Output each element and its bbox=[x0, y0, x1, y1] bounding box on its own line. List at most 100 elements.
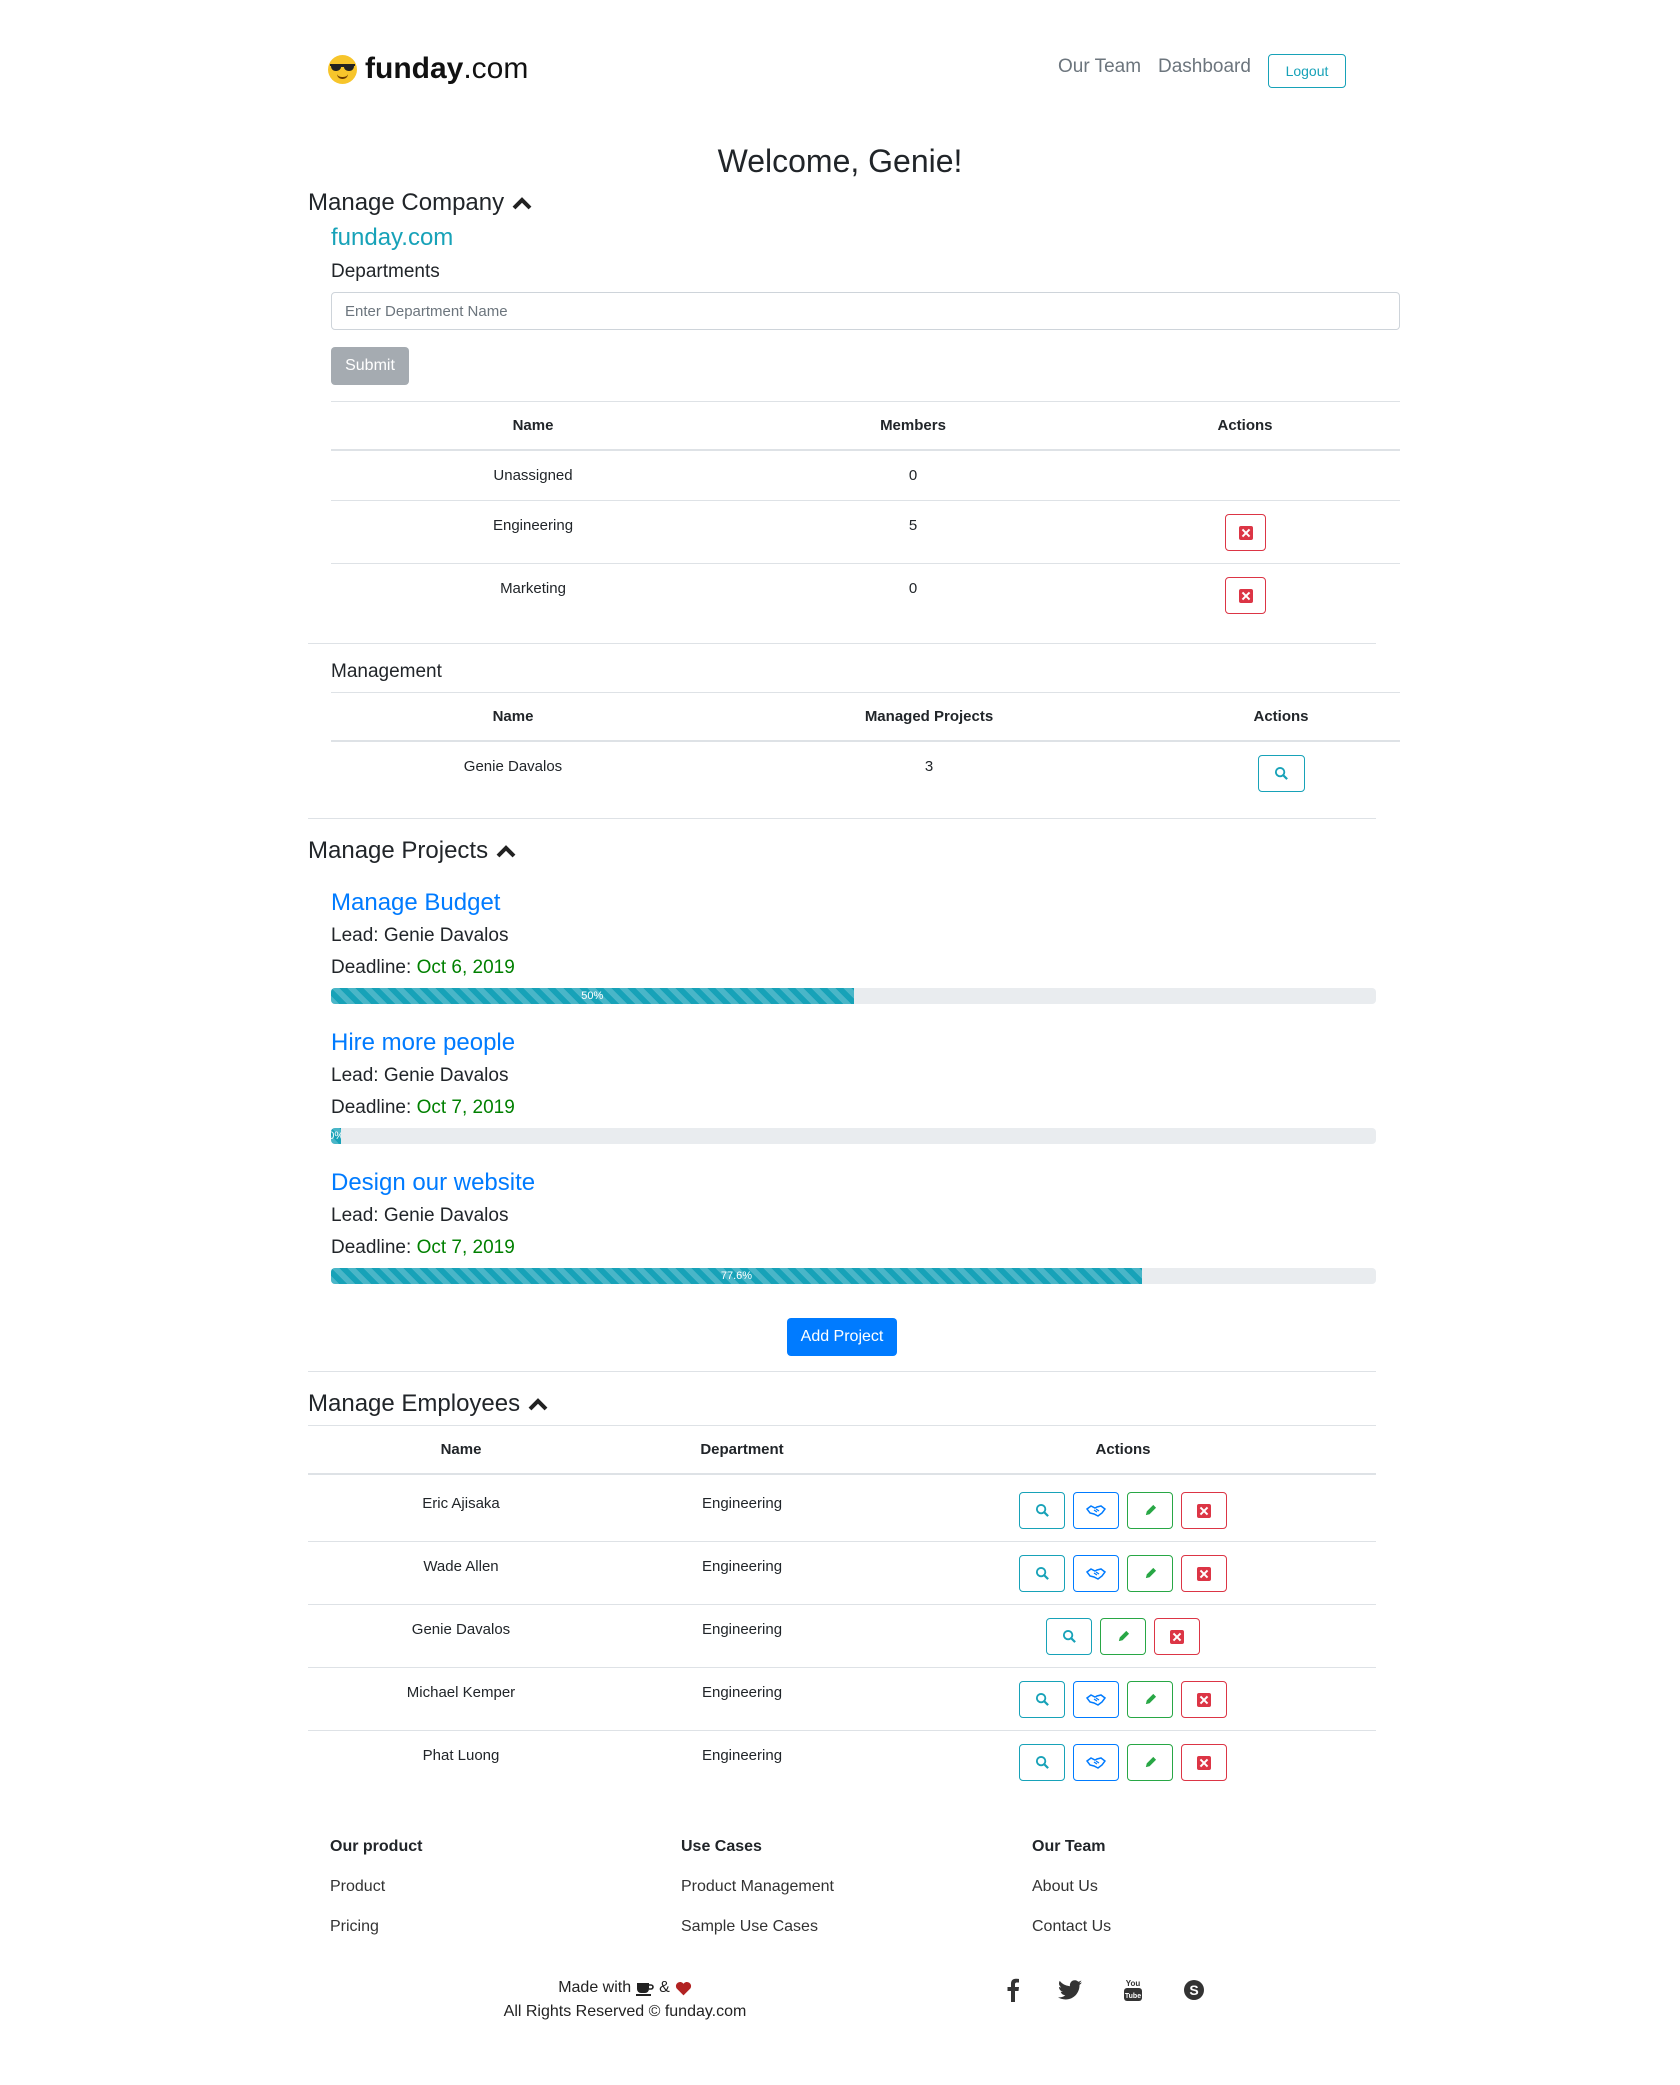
assign-employee-button[interactable] bbox=[1073, 1681, 1119, 1718]
delete-employee-button[interactable] bbox=[1181, 1681, 1227, 1718]
delete-x-icon bbox=[1197, 1692, 1211, 1707]
col-header-actions: Actions bbox=[1095, 1441, 1151, 1458]
table-divider bbox=[308, 1667, 1376, 1668]
progress-bar: 50% bbox=[331, 988, 854, 1004]
footer-link-sample-use-cases[interactable]: Sample Use Cases bbox=[681, 1918, 818, 1936]
dept-name: Marketing bbox=[500, 580, 566, 597]
company-name-link[interactable]: funday.com bbox=[331, 224, 453, 252]
skype-icon[interactable]: S bbox=[1180, 1976, 1208, 2004]
edit-employee-button[interactable] bbox=[1127, 1492, 1173, 1529]
view-manager-button[interactable] bbox=[1258, 755, 1305, 792]
col-header-actions: Actions bbox=[1253, 708, 1309, 725]
employee-department: Engineering bbox=[701, 1558, 783, 1575]
view-employee-button[interactable] bbox=[1019, 1555, 1065, 1592]
lead-name: Genie Davalos bbox=[383, 925, 509, 946]
deadline-prefix: Deadline: bbox=[331, 957, 417, 978]
footer-link-about-us[interactable]: About Us bbox=[1032, 1878, 1098, 1896]
col-header-name: Name bbox=[492, 708, 534, 725]
edit-employee-button[interactable] bbox=[1127, 1681, 1173, 1718]
add-project-button[interactable]: Add Project bbox=[787, 1318, 897, 1356]
pencil-icon bbox=[1145, 1693, 1156, 1705]
table-divider bbox=[331, 692, 1400, 693]
delete-x-icon bbox=[1197, 1503, 1211, 1518]
footer-link-pricing[interactable]: Pricing bbox=[330, 1918, 379, 1936]
delete-department-button[interactable] bbox=[1225, 577, 1266, 614]
brand-name-suffix: .com bbox=[463, 52, 529, 85]
project-title-link[interactable]: Design our website bbox=[331, 1169, 535, 1197]
search-icon bbox=[1274, 766, 1288, 780]
dept-members: 0 bbox=[908, 580, 918, 597]
view-employee-button[interactable] bbox=[1046, 1618, 1092, 1655]
footer-heading: Use Cases bbox=[681, 1838, 762, 1855]
view-employee-button[interactable] bbox=[1019, 1492, 1065, 1529]
project-progress: 77.6% bbox=[331, 1268, 1376, 1284]
assign-employee-button[interactable] bbox=[1073, 1555, 1119, 1592]
project-lead: Lead: Genie Davalos bbox=[331, 1205, 508, 1227]
delete-x-icon bbox=[1197, 1566, 1211, 1581]
delete-employee-button[interactable] bbox=[1181, 1555, 1227, 1592]
delete-x-icon bbox=[1238, 525, 1253, 540]
management-label: Management bbox=[331, 661, 442, 682]
section-title: Manage Employees bbox=[308, 1390, 521, 1417]
employee-department: Engineering bbox=[701, 1747, 783, 1764]
logout-button[interactable]: Logout bbox=[1268, 54, 1346, 88]
section-divider bbox=[308, 643, 1376, 644]
table-divider bbox=[308, 1541, 1376, 1542]
manage-company-toggle[interactable]: Manage Company bbox=[308, 189, 532, 217]
dept-members: 5 bbox=[908, 517, 918, 534]
pencil-icon bbox=[1118, 1630, 1129, 1642]
search-icon bbox=[1035, 1503, 1049, 1517]
department-name-input[interactable]: Enter Department Name bbox=[331, 292, 1400, 330]
project-title-link[interactable]: Hire more people bbox=[331, 1029, 515, 1057]
manage-employees-toggle[interactable]: Manage Employees bbox=[308, 1390, 548, 1418]
delete-employee-button[interactable] bbox=[1181, 1492, 1227, 1529]
dept-name: Engineering bbox=[492, 517, 574, 534]
sunglasses-emoji-icon bbox=[328, 54, 357, 84]
section-divider bbox=[308, 1371, 1376, 1372]
pencil-icon bbox=[1145, 1504, 1156, 1516]
lead-name: Genie Davalos bbox=[383, 1205, 509, 1226]
facebook-icon[interactable] bbox=[999, 1976, 1027, 2004]
assign-employee-button[interactable] bbox=[1073, 1744, 1119, 1781]
view-employee-button[interactable] bbox=[1019, 1744, 1065, 1781]
lead-prefix: Lead: bbox=[331, 925, 384, 946]
footer-link-product[interactable]: Product bbox=[330, 1878, 385, 1896]
manage-projects-toggle[interactable]: Manage Projects bbox=[308, 837, 516, 865]
youtube-icon[interactable]: You Tube bbox=[1119, 1976, 1147, 2004]
table-divider bbox=[331, 449, 1400, 451]
project-title-link[interactable]: Manage Budget bbox=[331, 889, 500, 917]
table-divider bbox=[308, 1730, 1376, 1731]
footer-link-product-management[interactable]: Product Management bbox=[681, 1878, 834, 1896]
edit-employee-button[interactable] bbox=[1127, 1555, 1173, 1592]
dept-members: 0 bbox=[908, 467, 918, 484]
submit-button[interactable]: Submit bbox=[331, 347, 409, 385]
project-deadline: Deadline: Oct 7, 2019 bbox=[331, 1237, 515, 1259]
twitter-icon[interactable] bbox=[1056, 1976, 1084, 2004]
assign-employee-button[interactable] bbox=[1073, 1492, 1119, 1529]
svg-text:Tube: Tube bbox=[1125, 1993, 1141, 2000]
delete-employee-button[interactable] bbox=[1181, 1744, 1227, 1781]
section-title: Manage Company bbox=[308, 189, 505, 216]
brand-name-bold: funday bbox=[365, 52, 464, 85]
search-icon bbox=[1062, 1629, 1076, 1643]
manager-name: Genie Davalos bbox=[463, 758, 563, 775]
chevron-up-icon bbox=[496, 845, 516, 858]
delete-employee-button[interactable] bbox=[1154, 1618, 1200, 1655]
project-deadline: Deadline: Oct 6, 2019 bbox=[331, 957, 515, 979]
footer-link-contact-us[interactable]: Contact Us bbox=[1032, 1918, 1111, 1936]
search-icon bbox=[1035, 1692, 1049, 1706]
table-divider bbox=[331, 563, 1400, 564]
delete-x-icon bbox=[1197, 1755, 1211, 1770]
col-header-actions: Actions bbox=[1217, 417, 1273, 434]
nav-our-team[interactable]: Our Team bbox=[1058, 56, 1141, 78]
view-employee-button[interactable] bbox=[1019, 1681, 1065, 1718]
deadline-prefix: Deadline: bbox=[331, 1237, 417, 1258]
nav-dashboard[interactable]: Dashboard bbox=[1158, 56, 1251, 78]
project-lead: Lead: Genie Davalos bbox=[331, 925, 508, 947]
brand-logo[interactable]: funday .com bbox=[328, 52, 528, 86]
edit-employee-button[interactable] bbox=[1127, 1744, 1173, 1781]
dept-name: Unassigned bbox=[493, 467, 573, 484]
deadline-prefix: Deadline: bbox=[331, 1097, 417, 1118]
edit-employee-button[interactable] bbox=[1100, 1618, 1146, 1655]
delete-department-button[interactable] bbox=[1225, 514, 1266, 551]
